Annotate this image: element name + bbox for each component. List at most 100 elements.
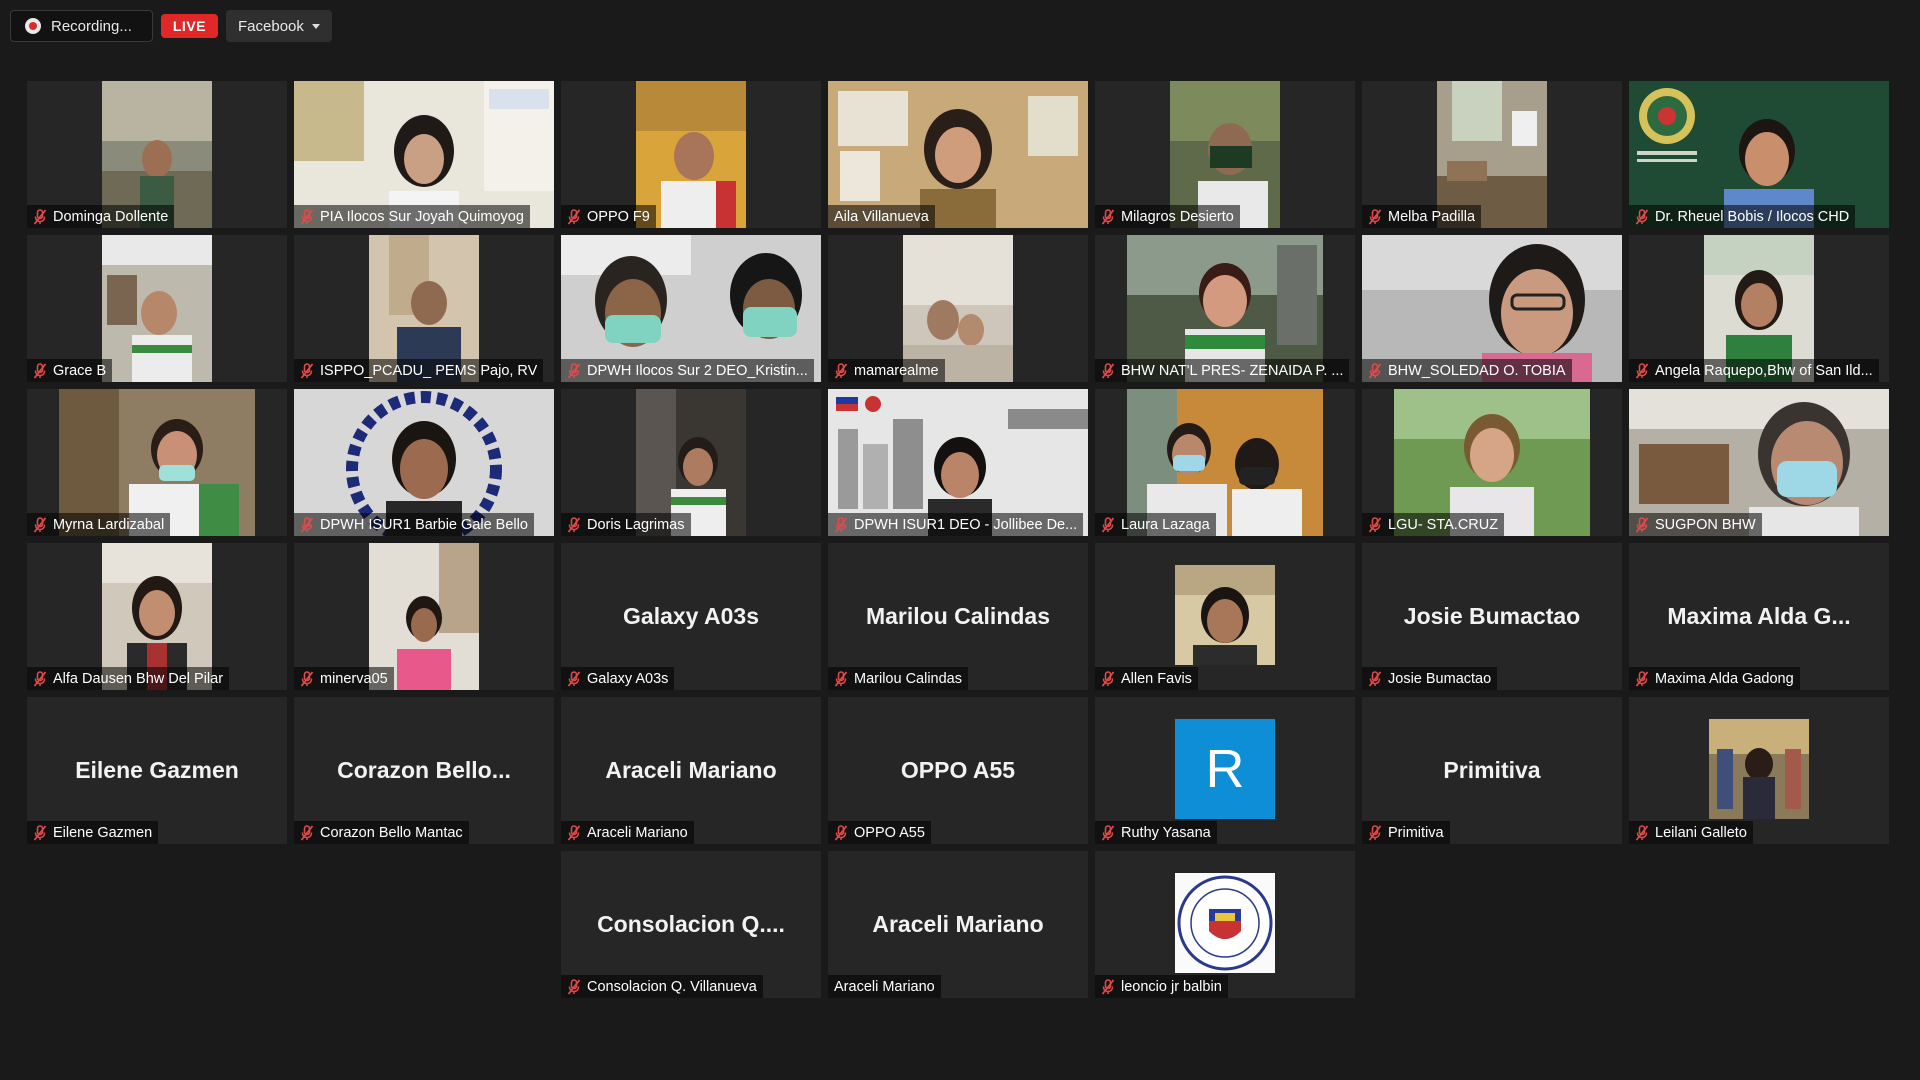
participant-name: Primitiva (1388, 824, 1444, 841)
mic-muted-icon (567, 825, 581, 841)
participant-tile[interactable]: DPWH Ilocos Sur 2 DEO_Kristin... (561, 235, 821, 382)
name-tag: OPPO A55 (828, 821, 931, 844)
participant-tile[interactable]: mamarealme (828, 235, 1088, 382)
participant-tile[interactable]: Araceli Mariano Araceli Mariano (828, 851, 1088, 998)
participant-tile[interactable]: Corazon Bello... Corazon Bello Mantac (294, 697, 554, 844)
chevron-down-icon (311, 23, 320, 29)
mic-muted-icon (1101, 363, 1115, 379)
mic-muted-icon (300, 209, 314, 225)
participant-tile[interactable]: leoncio jr balbin (1095, 851, 1355, 998)
participant-name: Araceli Mariano (834, 978, 935, 995)
participant-name: BHW_SOLEDAD O. TOBIA (1388, 362, 1566, 379)
participant-name: Myrna Lardizabal (53, 516, 165, 533)
participant-name: BHW NAT'L PRES- ZENAIDA P. ... (1121, 362, 1344, 379)
mic-muted-icon (1101, 209, 1115, 225)
participant-tile[interactable]: minerva05 (294, 543, 554, 690)
mic-muted-icon (567, 517, 581, 533)
mic-muted-icon (1101, 517, 1115, 533)
participant-name: Leilani Galleto (1655, 824, 1747, 841)
participant-tile[interactable]: Marilou Calindas Marilou Calindas (828, 543, 1088, 690)
participant-tile[interactable]: PIA Ilocos Sur Joyah Quimoyog (294, 81, 554, 228)
participant-tile[interactable]: OPPO A55 OPPO A55 (828, 697, 1088, 844)
recording-indicator[interactable]: Recording... (10, 10, 153, 42)
mic-muted-icon (33, 363, 47, 379)
participant-name: OPPO F9 (587, 208, 650, 225)
participant-tile[interactable]: OPPO F9 (561, 81, 821, 228)
participant-name: Dr. Rheuel Bobis / Ilocos CHD (1655, 208, 1850, 225)
participant-tile[interactable]: Consolacion Q.... Consolacion Q. Villanu… (561, 851, 821, 998)
participant-tile[interactable]: Angela Raquepo,Bhw of San Ild... (1629, 235, 1889, 382)
participant-tile[interactable]: BHW_SOLEDAD O. TOBIA (1362, 235, 1622, 382)
participant-display-name: Primitiva (1443, 757, 1541, 783)
mic-muted-icon (1101, 671, 1115, 687)
participant-tile[interactable]: BHW NAT'L PRES- ZENAIDA P. ... (1095, 235, 1355, 382)
mic-muted-icon (834, 825, 848, 841)
participant-tile[interactable]: Allen Favis (1095, 543, 1355, 690)
participant-name: ISPPO_PCADU_ PEMS Pajo, RV (320, 362, 538, 379)
participant-tile[interactable]: Dominga Dollente (27, 81, 287, 228)
name-tag: DPWH ISUR1 DEO - Jollibee De... (828, 513, 1084, 536)
profile-picture (1175, 565, 1275, 665)
name-tag: leoncio jr balbin (1095, 975, 1228, 998)
name-tag: Corazon Bello Mantac (294, 821, 469, 844)
participant-name: Josie Bumactao (1388, 670, 1492, 687)
name-tag: ISPPO_PCADU_ PEMS Pajo, RV (294, 359, 544, 382)
name-tag: Dr. Rheuel Bobis / Ilocos CHD (1629, 205, 1856, 228)
participant-tile[interactable]: LGU- STA.CRUZ (1362, 389, 1622, 536)
name-tag: Laura Lazaga (1095, 513, 1216, 536)
participant-tile[interactable]: Alfa Dausen Bhw Del Pilar (27, 543, 287, 690)
record-icon (25, 18, 41, 34)
participant-name: LGU- STA.CRUZ (1388, 516, 1499, 533)
name-tag: BHW_SOLEDAD O. TOBIA (1362, 359, 1572, 382)
participant-tile[interactable]: DPWH ISUR1 DEO - Jollibee De... (828, 389, 1088, 536)
participant-tile[interactable]: Galaxy A03s Galaxy A03s (561, 543, 821, 690)
participant-tile[interactable]: Araceli Mariano Araceli Mariano (561, 697, 821, 844)
participant-tile[interactable]: Milagros Desierto (1095, 81, 1355, 228)
name-tag: Myrna Lardizabal (27, 513, 171, 536)
participant-name: leoncio jr balbin (1121, 978, 1222, 995)
mic-muted-icon (33, 209, 47, 225)
name-tag: Araceli Mariano (561, 821, 694, 844)
participant-name: Aila Villanueva (834, 208, 929, 225)
mic-muted-icon (567, 363, 581, 379)
participant-tile[interactable]: Primitiva Primitiva (1362, 697, 1622, 844)
mic-muted-icon (834, 671, 848, 687)
participant-tile[interactable]: Laura Lazaga (1095, 389, 1355, 536)
participant-tile[interactable]: Melba Padilla (1362, 81, 1622, 228)
name-tag: OPPO F9 (561, 205, 656, 228)
participant-tile[interactable]: Eilene Gazmen Eilene Gazmen (27, 697, 287, 844)
name-tag: Allen Favis (1095, 667, 1198, 690)
participant-display-name: Maxima Alda G... (1667, 603, 1851, 629)
participant-tile[interactable]: Myrna Lardizabal (27, 389, 287, 536)
stream-target-dropdown[interactable]: Facebook (226, 10, 332, 42)
stream-target-label: Facebook (238, 17, 304, 35)
profile-picture-seal (1175, 873, 1275, 973)
name-tag: Aila Villanueva (828, 205, 935, 228)
participant-tile[interactable]: Dr. Rheuel Bobis / Ilocos CHD (1629, 81, 1889, 228)
participant-tile[interactable]: Doris Lagrimas (561, 389, 821, 536)
mic-muted-icon (1368, 671, 1382, 687)
participant-tile[interactable]: SUGPON BHW (1629, 389, 1889, 536)
mic-muted-icon (1368, 209, 1382, 225)
city-seal-icon (1177, 875, 1273, 971)
participant-name: DPWH ISUR1 DEO - Jollibee De... (854, 516, 1078, 533)
participant-tile[interactable]: Maxima Alda G... Maxima Alda Gadong (1629, 543, 1889, 690)
participant-tile[interactable]: R Ruthy Yasana (1095, 697, 1355, 844)
participant-display-name: Consolacion Q.... (597, 911, 785, 937)
participant-name: Galaxy A03s (587, 670, 669, 687)
mic-muted-icon (1368, 363, 1382, 379)
participant-tile[interactable]: Josie Bumactao Josie Bumactao (1362, 543, 1622, 690)
participant-tile[interactable]: Grace B (27, 235, 287, 382)
participant-tile[interactable]: Leilani Galleto (1629, 697, 1889, 844)
participant-display-name: Eilene Gazmen (75, 757, 239, 783)
participant-name: SUGPON BHW (1655, 516, 1756, 533)
participant-display-name: Araceli Mariano (605, 757, 777, 783)
participant-tile[interactable]: DPWH ISUR1 Barbie Gale Bello (294, 389, 554, 536)
participant-tile-active-speaker[interactable]: Aila Villanueva (828, 81, 1088, 228)
live-badge[interactable]: LIVE (160, 14, 218, 38)
participant-tile[interactable]: ISPPO_PCADU_ PEMS Pajo, RV (294, 235, 554, 382)
participant-name: mamarealme (854, 362, 939, 379)
mic-muted-icon (300, 825, 314, 841)
participant-name: Allen Favis (1121, 670, 1192, 687)
participant-display-name: Marilou Calindas (865, 603, 1051, 629)
